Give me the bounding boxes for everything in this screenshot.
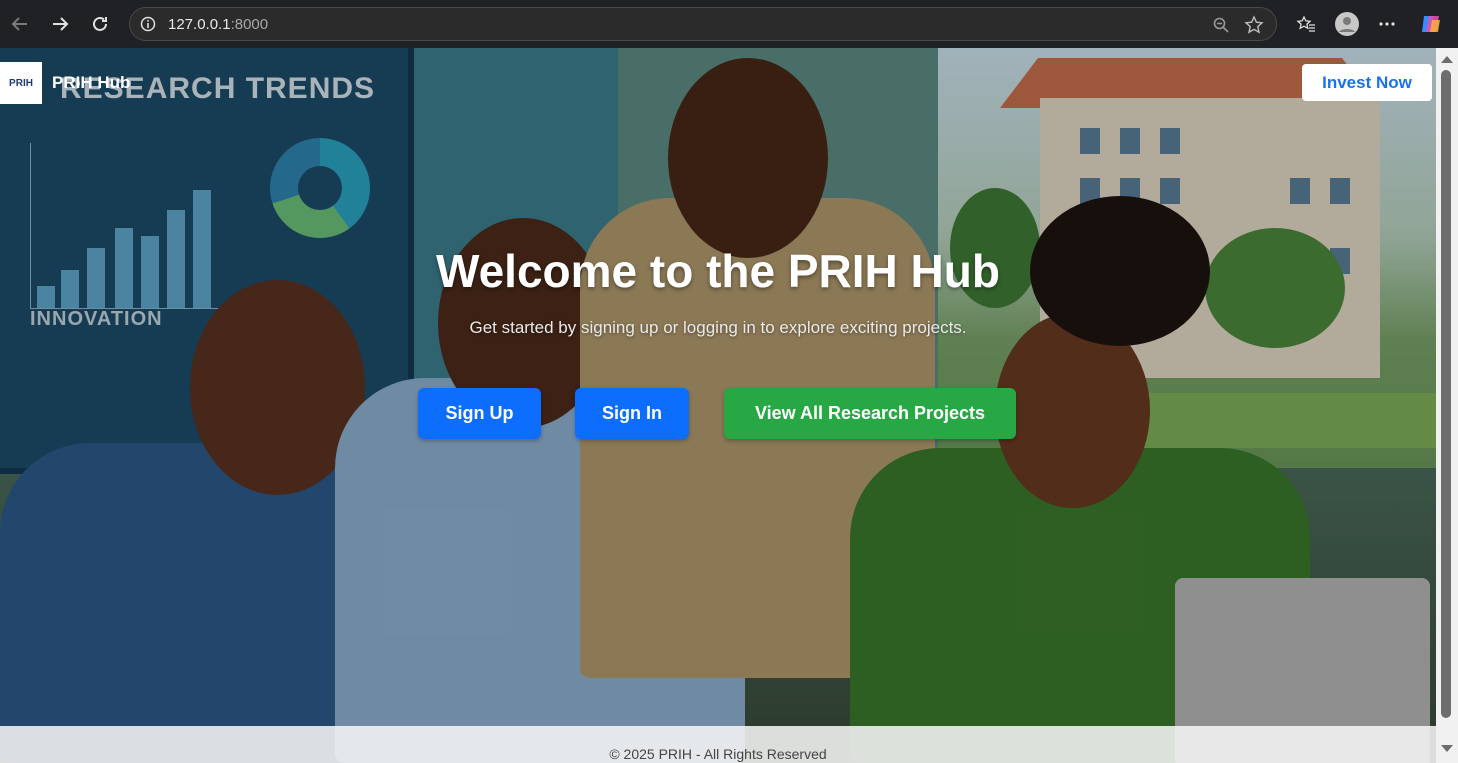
copilot-button[interactable] [1417, 10, 1445, 38]
info-icon[interactable] [140, 16, 156, 32]
reload-icon [93, 16, 107, 31]
browser-toolbar: 127.0.0.1:8000 [0, 0, 1458, 48]
footer: © 2025 PRIH - All Rights Reserved [0, 726, 1436, 763]
sign-in-button[interactable]: Sign In [575, 388, 689, 439]
favorites-button[interactable] [1292, 10, 1320, 38]
brand-name: PRIH Hub [52, 73, 131, 92]
star-icon[interactable] [1244, 15, 1264, 35]
zoom-icon[interactable] [1212, 16, 1230, 34]
brand-link[interactable]: PRIH PRIH Hub [0, 62, 130, 104]
sign-up-button[interactable]: Sign Up [418, 388, 541, 439]
address-bar[interactable]: 127.0.0.1:8000 [129, 7, 1277, 41]
hero-background-image: RESEARCH TRENDS INNOVATION [0, 48, 1436, 763]
hero-subtitle: Get started by signing up or logging in … [469, 318, 967, 337]
page-viewport: RESEARCH TRENDS INNOVATION PRIH PRIH Hub… [0, 48, 1436, 763]
brand-logo: PRIH [0, 62, 42, 104]
url-host: 127.0.0.1 [168, 16, 231, 33]
profile-avatar-icon [1335, 12, 1359, 36]
page-scrollbar[interactable] [1436, 48, 1458, 763]
logo-text: PRIH [9, 77, 33, 89]
scrollbar-thumb[interactable] [1441, 70, 1451, 718]
profile-button[interactable] [1333, 10, 1361, 38]
invest-now-button[interactable]: Invest Now [1302, 64, 1432, 101]
hero-title: Welcome to the PRIH Hub [436, 245, 1000, 297]
copilot-icon [1422, 16, 1440, 32]
hero-overlay [0, 48, 1436, 763]
scroll-down-arrow-icon[interactable] [1441, 745, 1453, 752]
forward-arrow-icon [53, 17, 69, 31]
back-button[interactable] [6, 10, 34, 38]
more-button[interactable] [1373, 10, 1401, 38]
reload-button[interactable] [86, 10, 114, 38]
forward-button[interactable] [46, 10, 74, 38]
view-research-projects-button[interactable]: View All Research Projects [724, 388, 1016, 439]
favorites-icon [1296, 15, 1315, 32]
url-text[interactable]: 127.0.0.1:8000 [168, 16, 268, 33]
url-port: :8000 [230, 16, 269, 33]
more-dots-icon [1379, 22, 1395, 26]
footer-copyright: © 2025 PRIH - All Rights Reserved [609, 746, 827, 762]
scroll-up-arrow-icon[interactable] [1441, 56, 1453, 63]
back-arrow-icon [11, 17, 27, 31]
